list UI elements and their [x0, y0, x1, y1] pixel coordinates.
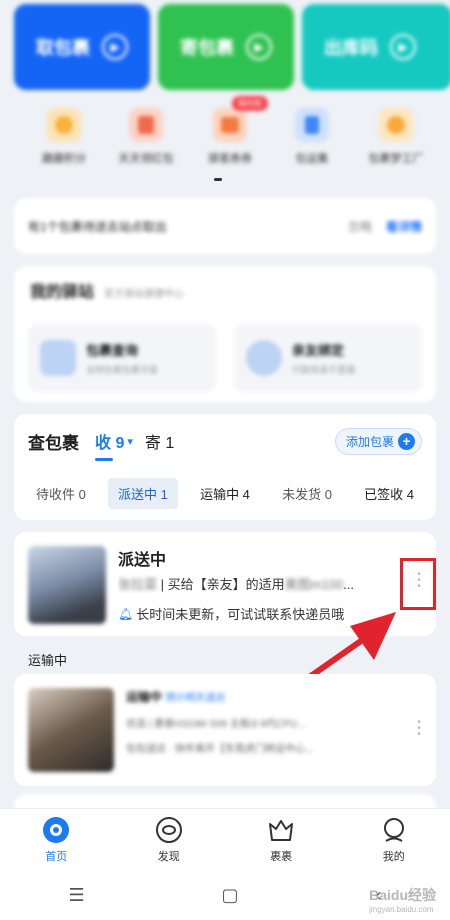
package-status: 派送中	[118, 552, 167, 569]
bell-icon: 🔔︎	[118, 606, 134, 621]
top-buttons: 取包裹 ▶ 寄包裹 ▶ 出库码 ▶	[14, 4, 450, 90]
nav-discover[interactable]: 发现	[129, 816, 209, 864]
notice-bar[interactable]: 有1个包裹待送去站点取出 忽略 看详情	[14, 198, 436, 254]
update-hint: 🔔︎ 长时间未更新，可试试联系快递员哦	[118, 606, 345, 623]
eye-icon	[155, 816, 183, 844]
tab-receive[interactable]: 收 9	[95, 429, 124, 461]
quick-action-redpacket[interactable]: 天天领红包	[106, 108, 186, 166]
sun-icon	[379, 108, 413, 142]
product-thumbnail	[28, 546, 106, 624]
highlight-box	[400, 558, 436, 610]
quick-action-factory[interactable]: 包裹梦工厂	[356, 108, 436, 166]
more-options-icon[interactable]: • • •	[416, 718, 422, 740]
nav-profile[interactable]: 我的	[354, 816, 434, 864]
quick-action-coupon[interactable]: 限时抢 驿客券券	[190, 96, 270, 166]
transit-package-card[interactable]: 运输中 预计明天送达 优选 | 惠普H310M S09 主板i3 9代CPU..…	[14, 674, 436, 786]
promo-badge: 限时抢	[232, 96, 268, 111]
status-tab-awaiting[interactable]: 待收件 0	[26, 478, 96, 509]
detail-link[interactable]: 看详情	[386, 218, 422, 235]
status-tab-not-shipped[interactable]: 未发货 0	[272, 478, 342, 509]
status-tab-delivering[interactable]: 派送中 1	[108, 477, 178, 509]
watermark: Baidu经验 jingyan.baidu.com	[369, 887, 436, 914]
home-button-icon[interactable]: ▢	[222, 885, 239, 906]
profile-icon	[380, 816, 408, 844]
crown-icon	[267, 816, 295, 844]
quick-actions-row: 趣趣积分 天天领红包 限时抢 驿客券券 包运集 包裹梦工厂	[0, 96, 450, 178]
plus-icon: +	[398, 432, 415, 450]
package-icon	[40, 340, 76, 376]
bookmark-icon	[295, 108, 329, 142]
quick-action-points[interactable]: 趣趣积分	[24, 108, 104, 166]
nav-home[interactable]: 首页	[16, 816, 96, 864]
ignore-link[interactable]: 忽略	[348, 218, 372, 235]
my-station-card: 我的驿站 官方驿站便捷中心 包裹查询 全网包裹包裹可查 亲友绑定 代取快递不遗漏	[14, 266, 436, 402]
section-label-in-transit: 运输中	[28, 653, 68, 668]
family-binding-card[interactable]: 亲友绑定 代取快递不遗漏	[234, 324, 422, 392]
query-title: 查包裹	[28, 433, 79, 453]
coupon-icon	[213, 108, 247, 142]
package-lookup-card[interactable]: 包裹查询 全网包裹包裹可查	[28, 324, 216, 392]
add-package-button[interactable]: 添加包裹 +	[334, 427, 422, 455]
redpacket-icon	[129, 108, 163, 142]
nav-guoguo[interactable]: 裹裹	[241, 816, 321, 864]
coin-icon	[47, 108, 81, 142]
section-title: 我的驿站	[30, 284, 95, 301]
menu-icon[interactable]: ☰	[68, 885, 84, 906]
delivering-package-card[interactable]: 派送中 张拉菜 | 买给【亲友】的适用美图m100... 🔔︎ 长时间未更新，可…	[14, 532, 436, 636]
status-tabs: 待收件 0 派送中 1 运输中 4 未发货 0 已签收 4	[26, 477, 424, 509]
pickup-button[interactable]: 取包裹 ▶	[14, 4, 150, 90]
home-icon	[42, 816, 70, 844]
page-indicator	[214, 178, 222, 181]
package-description: 张拉菜 | 买给【亲友】的适用美图m100...	[118, 577, 354, 592]
status-tab-in-transit[interactable]: 运输中 4	[190, 478, 260, 509]
product-thumbnail	[28, 688, 114, 772]
outbound-code-button[interactable]: 出库码 ▶	[302, 4, 450, 90]
heart-icon	[246, 340, 282, 376]
arrow-right-icon: ▶	[246, 34, 272, 60]
chevron-down-icon[interactable]: ▾	[127, 435, 133, 448]
package-query-card: 查包裹 收 9 ▾ 寄 1 添加包裹 + 待收件 0 派送中 1 运输中 4 未…	[14, 414, 436, 520]
send-button[interactable]: 寄包裹 ▶	[158, 4, 294, 90]
quick-action-package-set[interactable]: 包运集	[272, 108, 352, 166]
tab-send[interactable]: 寄 1	[145, 429, 174, 453]
bottom-nav: 首页 发现 裹裹 我的	[0, 808, 450, 870]
arrow-right-icon: ▶	[390, 34, 416, 60]
arrow-right-icon: ▶	[102, 34, 128, 60]
status-tab-signed[interactable]: 已签收 4	[354, 478, 424, 509]
